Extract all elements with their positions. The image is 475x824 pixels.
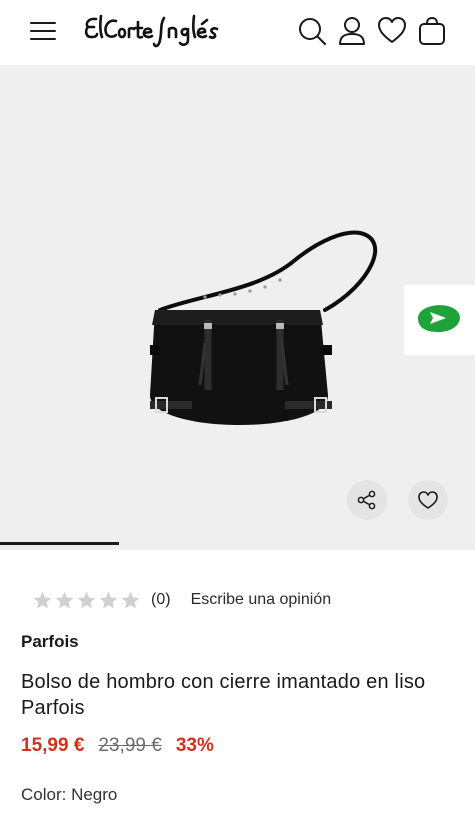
rating-stars[interactable] [32, 590, 141, 611]
search-icon[interactable] [296, 14, 328, 48]
gallery-progress [0, 542, 475, 545]
price-row: 15,99 € 23,99 € 33% [21, 735, 214, 757]
heart-icon [418, 491, 438, 509]
star-icon [99, 591, 118, 608]
star-icon [55, 591, 74, 608]
send-icon [418, 305, 460, 332]
product-gallery[interactable] [0, 65, 475, 550]
current-price: 15,99 € [21, 735, 85, 756]
original-price: 23,99 € [98, 735, 162, 756]
rating-row: (0) Escribe una opinión [32, 588, 331, 612]
write-review-link[interactable]: Escribe una opinión [191, 591, 332, 609]
heart-icon[interactable] [376, 14, 408, 48]
el-corte-ingles-logo[interactable] [82, 10, 238, 52]
gallery-progress-fill [0, 542, 119, 545]
discount-badge: 33% [175, 735, 214, 756]
star-icon [121, 591, 140, 608]
star-icon [33, 591, 52, 608]
star-icon [77, 591, 96, 608]
product-image [150, 230, 378, 425]
user-icon[interactable] [336, 14, 368, 48]
favorite-button[interactable] [408, 480, 448, 520]
bag-icon[interactable] [416, 14, 448, 48]
product-title: Bolso de hombro con cierre imantado en l… [21, 671, 426, 719]
share-button[interactable] [347, 480, 387, 520]
product-brand[interactable]: Parfois [21, 632, 79, 652]
rating-count: (0) [151, 591, 171, 608]
color-label: Color: Negro [21, 785, 118, 804]
menu-icon[interactable] [30, 21, 56, 41]
chat-badge[interactable] [404, 285, 475, 355]
share-icon [357, 490, 376, 510]
top-header [0, 0, 475, 65]
